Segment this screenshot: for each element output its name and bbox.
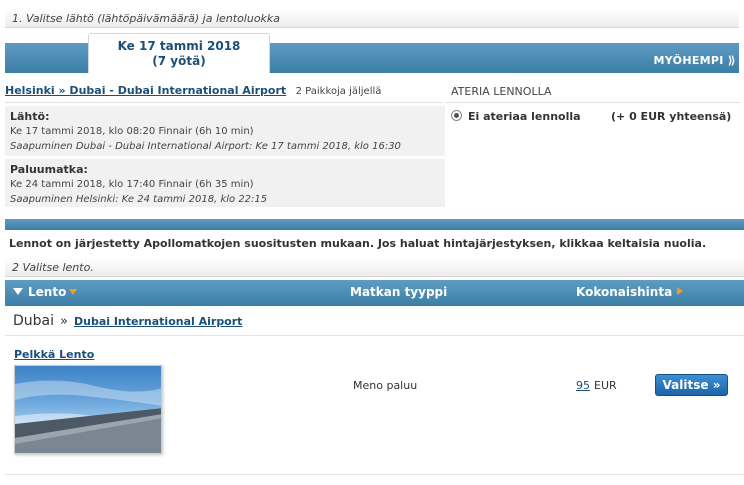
results-header: Lento Matkan tyyppi Kokonaishinta xyxy=(5,280,744,306)
column-flight-label: Lento xyxy=(28,285,67,299)
select-button[interactable]: Valitse » xyxy=(655,374,728,396)
offer-trip-type: Meno paluu xyxy=(353,379,418,392)
step-1-header: 1. Valitse lähtö (lähtöpäivämäärä) ja le… xyxy=(5,9,739,28)
seats-left: 2 Paikkoja jäljellä xyxy=(295,86,382,97)
meal-radio[interactable] xyxy=(451,110,462,121)
column-flight[interactable]: Lento xyxy=(13,285,78,299)
offer-price-value[interactable]: 95 xyxy=(576,379,590,392)
return-details: Ke 24 tammi 2018, klo 17:40 Finnair (6h … xyxy=(10,179,254,190)
outbound-details: Ke 17 tammi 2018, klo 08:20 Finnair (6h … xyxy=(10,126,254,137)
offer-name-link[interactable]: Pelkkä Lento xyxy=(14,348,94,361)
destination-separator: » xyxy=(60,314,68,329)
offer-currency: EUR xyxy=(594,379,617,392)
return-label: Paluumatka: xyxy=(10,163,88,176)
route-divider xyxy=(5,102,443,103)
return-arrival: Saapuminen Helsinki: Ke 24 tammi 2018, k… xyxy=(10,194,268,205)
date-tab-nights: (7 yötä) xyxy=(152,54,206,68)
step-2-label: 2 Valitse lento. xyxy=(12,261,94,274)
outbound-leg: Lähtö: Ke 17 tammi 2018, klo 08:20 Finna… xyxy=(5,106,445,156)
airplane-wing-image[interactable] xyxy=(14,365,162,454)
step-1-label: 1. Valitse lähtö (lähtöpäivämäärä) ja le… xyxy=(12,12,281,25)
route-link[interactable]: Helsinki » Dubai - Dubai International A… xyxy=(5,84,286,97)
destination-airport-link[interactable]: Dubai International Airport xyxy=(74,315,242,328)
meal-price: (+ 0 EUR yhteensä) xyxy=(611,110,732,123)
later-dates-link[interactable]: MYÖHEMPI ⟫ xyxy=(654,54,736,67)
destination-city: Dubai xyxy=(13,313,55,329)
route-row: Helsinki » Dubai - Dubai International A… xyxy=(5,84,443,100)
destination-row: Dubai » Dubai International Airport xyxy=(13,313,242,329)
date-tab-selected[interactable]: Ke 17 tammi 2018 (7 yötä) xyxy=(88,33,270,73)
date-tab-day: Ke 17 tammi 2018 xyxy=(117,39,241,53)
offer-divider xyxy=(5,474,744,475)
step-2-header: 2 Valitse lento. xyxy=(5,258,744,277)
section-separator xyxy=(5,219,744,230)
meal-option-label: Ei ateriaa lennolla xyxy=(468,110,581,123)
sort-down-icon[interactable] xyxy=(69,289,78,295)
outbound-arrival: Saapuminen Dubai - Dubai International A… xyxy=(10,141,401,152)
meal-option-none[interactable]: Ei ateriaa lennolla xyxy=(451,110,581,123)
collapse-arrow-icon xyxy=(13,288,23,295)
sorting-info: Lennot on järjestetty Apollomatkojen suo… xyxy=(9,237,707,250)
return-leg: Paluumatka: Ke 24 tammi 2018, klo 17:40 … xyxy=(5,159,445,207)
column-total-price[interactable]: Kokonaishinta xyxy=(576,285,684,299)
column-total-price-label: Kokonaishinta xyxy=(576,285,673,299)
destination-divider xyxy=(5,335,744,336)
offer-price: 95 EUR xyxy=(576,379,617,392)
meal-title: ATERIA LENNOLLA xyxy=(451,85,552,98)
outbound-label: Lähtö: xyxy=(10,110,50,123)
column-trip-type: Matkan tyyppi xyxy=(350,285,448,299)
sort-right-icon[interactable] xyxy=(677,287,684,295)
meal-divider xyxy=(446,102,740,103)
